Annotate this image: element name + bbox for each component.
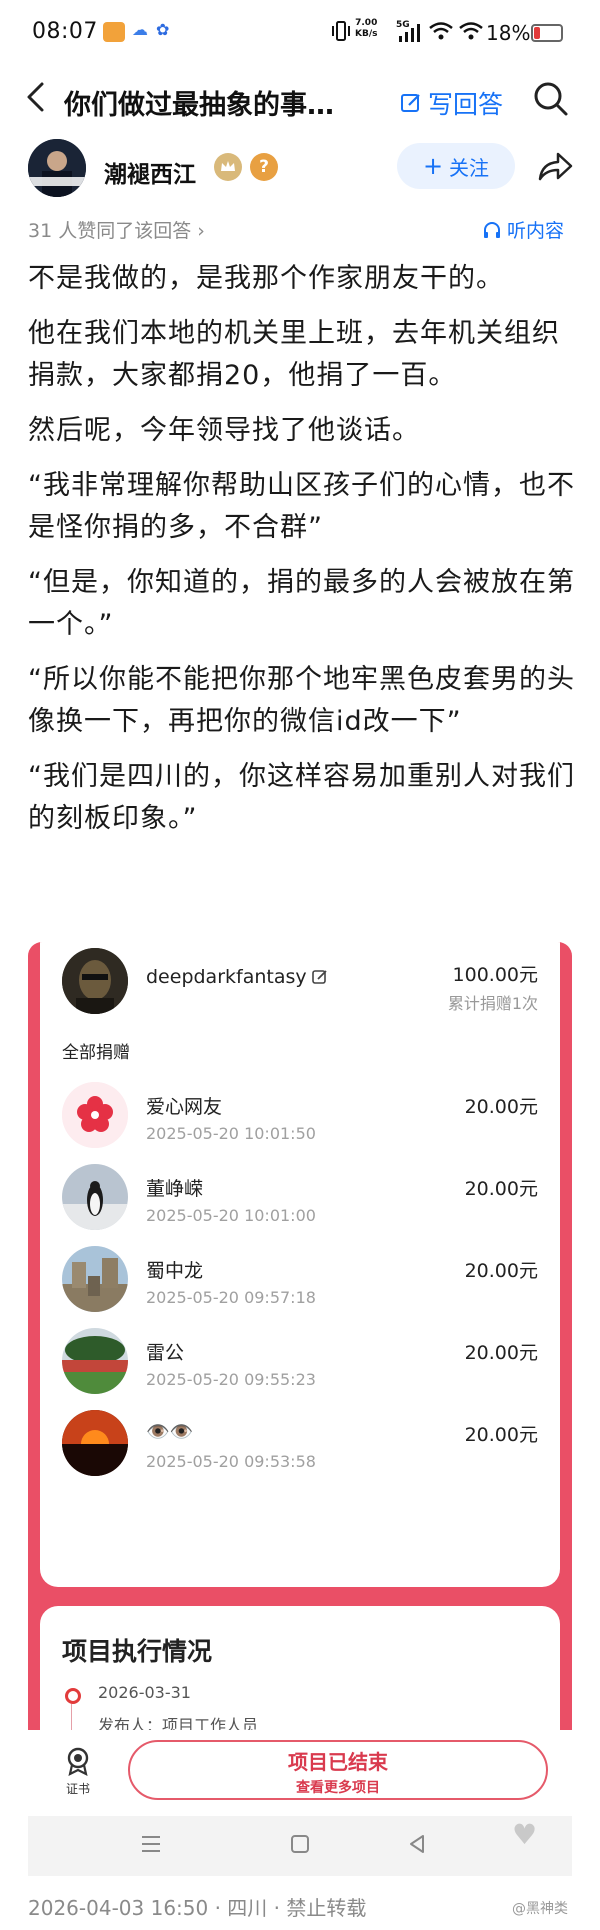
donor-amount: 20.00元	[464, 1424, 538, 1446]
top-donor-name: deepdarkfantasy	[146, 966, 307, 988]
search-icon[interactable]	[532, 80, 570, 118]
follow-button[interactable]: + 关注	[397, 143, 515, 189]
donor-row: 蜀中龙 2025-05-20 09:57:18 20.00元	[40, 1246, 560, 1338]
listen-label: 听内容	[507, 220, 565, 242]
certificate-icon	[67, 1747, 89, 1777]
answer-body: 不是我做的，是我那个作家朋友干的。 他在我们本地的机关里上班，去年机关组织捐款，…	[28, 258, 576, 853]
vibrate-icon	[330, 20, 350, 42]
signal-icon: 5G	[396, 18, 424, 48]
timeline-line	[71, 1704, 72, 1730]
donor-name: 蜀中龙	[146, 1260, 204, 1282]
answer-paragraph: “我非常理解你帮助山区孩子们的心情，也不是怪你捐的多，不合群”	[28, 470, 575, 543]
answer-paragraph: 然后呢，今年领导找了他谈话。	[28, 415, 420, 446]
donation-screenshot: deepdarkfantasy 100.00元 累计捐赠1次 全部捐赠 爱心网友…	[28, 942, 572, 1730]
write-answer-button[interactable]: 写回答	[400, 85, 503, 121]
donor-avatar	[62, 1328, 128, 1394]
donor-time: 2025-05-20 09:55:23	[146, 1370, 316, 1389]
certificate-label: 证书	[65, 1782, 90, 1796]
timeline-dot-icon	[65, 1688, 81, 1704]
donor-row: 董峥嵘 2025-05-20 10:01:00 20.00元	[40, 1164, 560, 1256]
answer-paragraph: “但是，你知道的，捐的最多的人会被放在第一个。”	[28, 567, 575, 640]
donor-name: 董峥嵘	[146, 1178, 204, 1200]
project-ended-label: 项目已结束	[288, 1750, 388, 1774]
donation-bottom-bar: 证书 项目已结束 查看更多项目	[0, 1730, 600, 1816]
edit-name-icon	[311, 970, 327, 984]
battery-icon	[531, 24, 563, 42]
donor-avatar	[62, 1164, 128, 1230]
donor-row: 👁️👁️ 2025-05-20 09:53:58 20.00元	[40, 1410, 560, 1502]
listen-button[interactable]: 听内容	[482, 216, 564, 243]
menu-icon	[140, 1833, 162, 1859]
author-row: 潮褪西江 ? + 关注	[0, 137, 600, 207]
donor-name: 👁️👁️	[146, 1421, 194, 1443]
donor-amount: 20.00元	[464, 1260, 538, 1282]
donor-name: 雷公	[146, 1342, 185, 1364]
all-donations-label: 全部捐赠	[62, 1043, 130, 1063]
watermark: @黑神类	[512, 1901, 568, 1917]
donor-row: 雷公 2025-05-20 09:55:23 20.00元	[40, 1328, 560, 1420]
author-name[interactable]: 潮褪西江	[104, 155, 196, 189]
back-arrow-icon[interactable]	[20, 80, 54, 114]
wifi-icon	[428, 20, 454, 46]
donor-avatar	[62, 1246, 128, 1312]
donor-amount: 20.00元	[464, 1178, 538, 1200]
donation-list-panel: deepdarkfantasy 100.00元 累计捐赠1次 全部捐赠 爱心网友…	[40, 942, 560, 1587]
top-bar: 你们做过最抽象的事… 写回答	[0, 62, 600, 137]
top-donor-count: 累计捐赠1次	[447, 994, 538, 1013]
donor-row: 爱心网友 2025-05-20 10:01:50 20.00元	[40, 1082, 560, 1174]
execution-panel: 项目执行情况 2026-03-31 发布人：项目工作人员	[40, 1606, 560, 1730]
network-speed: 7.00 KB/s	[355, 18, 378, 39]
execution-publisher: 发布人：项目工作人员	[98, 1716, 259, 1730]
donor-time: 2025-05-20 09:57:18	[146, 1288, 316, 1307]
follow-label: 关注	[449, 155, 490, 180]
status-bar: 08:07 ☁ ✿ 7.00 KB/s 5G 18%	[0, 0, 600, 62]
likes-count[interactable]: 31 人赞同了该回答 ›	[28, 216, 205, 243]
post-footer: 2026-04-03 16:50 · 四川 · 禁止转载	[28, 1896, 367, 1920]
question-title[interactable]: 你们做过最抽象的事…	[64, 83, 382, 122]
donor-avatar	[62, 1082, 128, 1148]
paw-icon: ✿	[156, 20, 170, 39]
edit-icon	[401, 94, 420, 112]
project-ended-button: 项目已结束 查看更多项目	[128, 1740, 548, 1800]
app-notification-icon	[103, 22, 125, 42]
donor-time: 2025-05-20 09:53:58	[146, 1452, 316, 1471]
execution-title: 项目执行情况	[62, 1637, 213, 1666]
answer-paragraph: 他在我们本地的机关里上班，去年机关组织捐款，大家都捐20，他捐了一百。	[28, 318, 560, 391]
back-triangle-icon	[406, 1833, 428, 1859]
heart-icon: ♥	[512, 1818, 538, 1851]
answer-paragraph: “所以你能不能把你那个地牢黑色皮套男的头像换一下，再把你的微信id改一下”	[28, 664, 575, 737]
crown-badge-icon	[214, 153, 242, 181]
write-answer-label: 写回答	[428, 90, 504, 119]
top-donor-name-row: deepdarkfantasy	[146, 966, 329, 988]
top-donor-amount: 100.00元	[452, 964, 538, 986]
home-square-icon	[289, 1833, 311, 1859]
share-icon[interactable]	[536, 149, 574, 183]
donor-time: 2025-05-20 10:01:50	[146, 1124, 316, 1143]
execution-date: 2026-03-31	[98, 1683, 191, 1702]
donor-avatar	[62, 1410, 128, 1476]
donor-time: 2025-05-20 10:01:00	[146, 1206, 316, 1225]
answer-paragraph: “我们是四川的，你这样容易加重别人对我们的刻板印象。”	[28, 761, 575, 834]
system-nav-bar	[28, 1816, 572, 1876]
top-donor-avatar	[62, 948, 128, 1014]
battery-percent: 18%	[486, 21, 531, 45]
wifi-icon-2	[458, 20, 484, 46]
cloud-icon: ☁	[132, 20, 148, 39]
answer-paragraph: 不是我做的，是我那个作家朋友干的。	[28, 263, 504, 294]
donor-name: 爱心网友	[146, 1096, 223, 1118]
donor-amount: 20.00元	[464, 1096, 538, 1118]
question-badge-icon: ?	[250, 153, 278, 181]
svg-text:5G: 5G	[396, 20, 410, 30]
more-projects-label: 查看更多项目	[296, 1780, 380, 1796]
certificate-button: 证书	[58, 1746, 98, 1797]
headphones-icon	[484, 221, 500, 238]
plus-icon: +	[422, 152, 444, 180]
donor-amount: 20.00元	[464, 1342, 538, 1364]
status-time: 08:07	[32, 19, 98, 44]
author-avatar[interactable]	[28, 139, 86, 197]
